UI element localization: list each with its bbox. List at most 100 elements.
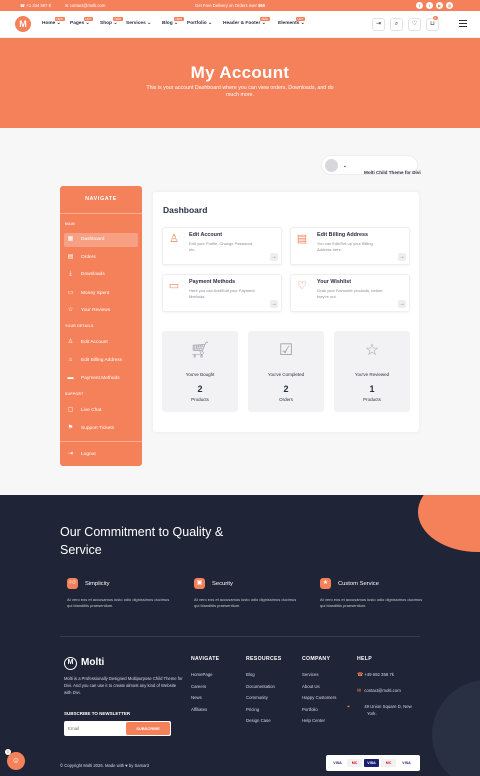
sidebar-item-orders[interactable]: ▤ Orders — [64, 251, 138, 265]
sidebar-divider — [60, 441, 142, 442]
sidebar-item-live-chat[interactable]: ▢ Live Chat — [64, 404, 138, 418]
sidebar-item-money-spent[interactable]: ▭ Money Spent — [64, 287, 138, 301]
footer-link[interactable]: Help Center — [302, 718, 336, 730]
footer-link[interactable]: Careers — [191, 684, 219, 696]
arrow-right-icon[interactable]: → — [270, 300, 278, 308]
footer-col-title: HELP — [357, 656, 373, 662]
footer-link[interactable]: Affiliates — [191, 707, 219, 719]
card-payment-methods[interactable]: ▭ Payment Methods Here you can Add/Edit … — [162, 274, 282, 312]
footer-link[interactable]: Community — [246, 695, 282, 707]
card-edit-billing-address[interactable]: ▤ Edit Billing Address You can Edit/Set … — [290, 227, 410, 265]
footer-link[interactable]: HomePage — [191, 672, 219, 684]
card-your-wishlist[interactable]: ♡ Your Wishlist Grab your Favourite prod… — [290, 274, 410, 312]
sidebar-item-label: Logout — [81, 452, 96, 457]
menu-portfolio[interactable]: Portfolio ⌄ — [187, 21, 212, 26]
footer-link[interactable]: Portfolio — [302, 707, 336, 719]
logo-icon: M — [64, 657, 77, 670]
footer-brand: Molti — [81, 657, 105, 668]
sidebar-item-downloads[interactable]: ⤓ Downloads — [64, 268, 138, 282]
download-icon: ⤓ — [69, 271, 72, 277]
cart-icon[interactable]: ⊔ — [426, 18, 439, 31]
sidebar-item-your-reviews[interactable]: ☆ Your Reviews — [64, 304, 138, 318]
footer-link[interactable]: Services — [302, 672, 336, 684]
help-phone-text: +49 692 358 7k — [364, 672, 394, 677]
account-dropdown-label: Molti Child Theme for Divi ⌄ — [343, 163, 421, 175]
card-edit-account[interactable]: ♙ Edit Account Edit your Profile, Change… — [162, 227, 282, 265]
stars-icon: ☆ — [364, 342, 380, 359]
footer-link[interactable]: Design Case — [246, 718, 282, 730]
card-description: Here you can Add/Edit your Payment Metho… — [189, 288, 255, 299]
home-icon: ⌂ — [68, 357, 73, 363]
stat-unit: Products — [191, 397, 209, 402]
credit-card-icon: ▭ — [168, 280, 180, 292]
chat-badge: 0 — [5, 749, 11, 755]
account-dropdown[interactable]: Molti Child Theme for Divi ⌄ — [321, 155, 421, 175]
sidebar-item-edit-billing-address[interactable]: ⌂ Edit Billing Address — [64, 354, 138, 368]
phone-text[interactable]: ☎ +1 234 567 8 — [20, 3, 51, 8]
sidebar-item-label: Edit Account — [81, 340, 108, 345]
sidebar-item-dashboard[interactable]: ▦ Dashboard — [64, 233, 138, 247]
footer-about: Molti is a Professionally Designed Multi… — [64, 676, 183, 695]
document-icon: ▤ — [296, 233, 308, 245]
sidebar-item-payment-methods[interactable]: ▬ Payment Methods — [64, 372, 138, 386]
menu-pages[interactable]: Pages ⌄ — [70, 21, 90, 26]
heart-icon[interactable]: ♡ — [408, 18, 421, 31]
phone-value: +1 234 567 8 — [26, 3, 51, 8]
star-icon: ☆ — [67, 307, 74, 313]
footer-link[interactable]: About Us — [302, 684, 336, 696]
sidebar-item-support-tickets[interactable]: ⚑ Support Tickets — [64, 422, 138, 436]
facebook-icon[interactable]: f — [416, 2, 423, 9]
card-title: Your Wishlist — [317, 279, 351, 285]
help-email[interactable]: ✉ contact@molti.com — [357, 688, 401, 694]
menu-elements[interactable]: Elements ⌄ — [278, 21, 305, 26]
wallet-icon: ▭ — [67, 290, 74, 296]
decorative-circle — [418, 495, 480, 552]
menu-home[interactable]: Home ⌄ — [42, 21, 61, 26]
chat-bubble-button[interactable]: ☺ — [7, 752, 25, 770]
visa-icon: VISA — [402, 761, 411, 765]
newsletter-title: SUBSCRIBE TO NEWSLETTER — [64, 711, 131, 716]
sidebar-item-label: Support Tickets — [81, 426, 115, 431]
arrow-right-icon[interactable]: → — [270, 253, 278, 261]
menu-shop[interactable]: Shop ⌄ — [100, 21, 117, 26]
email-text[interactable]: ✉ contact@molti.com — [65, 3, 105, 8]
sidebar-divider — [60, 213, 142, 214]
subscribe-button[interactable]: SUBSCRIBE — [126, 722, 170, 735]
twitter-icon[interactable]: t — [426, 2, 433, 9]
location-icon: ⌖ — [347, 704, 350, 710]
menu-blog[interactable]: Blog ⌄ — [162, 21, 178, 26]
box-check-icon: ☑ — [278, 342, 294, 359]
stat-bought: 🛒︎ You've Bought 2 Products — [162, 331, 238, 412]
sidebar-item-label: Payment Methods — [81, 376, 120, 381]
mastercard-icon: MC — [381, 759, 396, 767]
arrow-right-icon[interactable]: → — [398, 253, 406, 261]
thumbs-up-icon: 👍︎ — [67, 578, 78, 589]
footer-link[interactable]: Happy Customers — [302, 695, 336, 707]
footer-link[interactable]: Blog — [246, 672, 282, 684]
footer-col-title: RESOURCES — [246, 656, 282, 662]
menu-services-label: Services — [126, 21, 146, 26]
sidebar-item-edit-account[interactable]: ♙ Edit Account — [64, 336, 138, 350]
login-icon[interactable]: ⇥ — [372, 18, 385, 31]
footer-link[interactable]: Pricing — [246, 707, 282, 719]
receipt-icon: ▤ — [67, 254, 74, 260]
menu-elements-badge: HOT — [296, 17, 305, 21]
instagram-icon[interactable]: ◎ — [446, 2, 453, 9]
arrow-right-icon[interactable]: → — [398, 300, 406, 308]
footer-link[interactable]: Documentation — [246, 684, 282, 696]
newsletter-form: SUBSCRIBE — [64, 721, 171, 736]
menu-header-footer-badge: NEW — [260, 17, 270, 21]
sidebar-item-logout[interactable]: ⇥ Logout — [64, 448, 138, 462]
search-icon[interactable]: ⌕ — [390, 18, 403, 31]
newsletter-email-input[interactable] — [64, 721, 126, 736]
menu-services[interactable]: Services ⌄ — [126, 21, 151, 26]
menu-header-footer[interactable]: Header & Footer ⌄ — [223, 21, 266, 26]
promo-amount: $60 — [258, 3, 266, 8]
youtube-icon[interactable]: ▶ — [436, 2, 443, 9]
mastercard-icon: MC — [347, 759, 362, 767]
hamburger-menu-icon[interactable] — [459, 20, 467, 27]
footer-link[interactable]: News — [191, 695, 219, 707]
feature-description: At vero eos et accusamus iusto odio dign… — [320, 597, 423, 609]
help-phone[interactable]: ☎ +49 692 358 7k — [357, 672, 394, 678]
logo[interactable]: M — [15, 16, 31, 32]
